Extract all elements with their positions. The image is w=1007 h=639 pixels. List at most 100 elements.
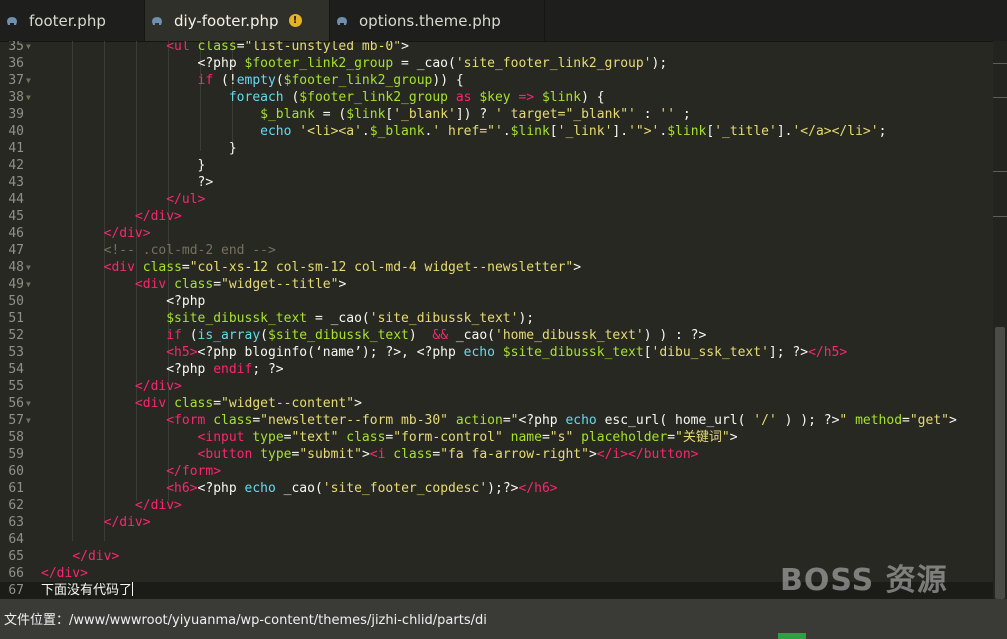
- fold-arrow-icon[interactable]: ▼: [26, 259, 36, 276]
- line-number: 45: [8, 209, 24, 224]
- code-text: foreach ($footer_link2_group as $key => …: [228, 90, 605, 105]
- code-text: <h6><?php echo _cao('site_footer_copdesc…: [166, 481, 558, 496]
- code-text: <div class="widget--title">: [134, 277, 347, 292]
- code-line[interactable]: 45 </div>: [0, 208, 993, 225]
- code-text: </div>: [103, 515, 151, 530]
- fold-arrow-icon[interactable]: ▼: [26, 72, 36, 89]
- code-line[interactable]: 37 ▼ if (!empty($footer_link2_group)) {: [0, 72, 993, 89]
- line-number: 50: [8, 294, 24, 309]
- code-text: </div>: [41, 566, 88, 581]
- line-number: 49: [8, 277, 24, 292]
- code-line[interactable]: 53 <h5><?php bloginfo(‘name’); ?>, <?php…: [0, 344, 993, 361]
- code-text: echo '<li><a'.$_blank.' href="'.$link['_…: [260, 124, 887, 139]
- code-text: if (is_array($site_dibussk_text) && _cao…: [166, 328, 707, 343]
- fold-arrow-icon[interactable]: ▼: [26, 276, 36, 293]
- code-line[interactable]: 46 </div>: [0, 225, 993, 242]
- code-line[interactable]: 47 <!-- .col-md-2 end -->: [0, 242, 993, 259]
- php-file-icon: [7, 16, 17, 25]
- fold-arrow-icon[interactable]: ▼: [26, 412, 36, 429]
- code-line[interactable]: 42 }: [0, 157, 993, 174]
- code-line[interactable]: 48 ▼ <div class="col-xs-12 col-sm-12 col-…: [0, 259, 993, 276]
- line-number: 42: [8, 158, 24, 173]
- code-line[interactable]: 39 $_blank = ($link['_blank']) ? ' targe…: [0, 106, 993, 123]
- code-line[interactable]: 55 </div>: [0, 378, 993, 395]
- code-text: </div>: [72, 549, 120, 564]
- code-text: }: [41, 158, 206, 173]
- code-line[interactable]: 59 <button type="submit"><i class="fa fa…: [0, 446, 993, 463]
- line-number: 54: [8, 362, 24, 377]
- scrollbar-thumb[interactable]: [995, 327, 1005, 599]
- code-text: <div class="widget--content">: [134, 396, 362, 411]
- line-number: 48: [8, 260, 24, 275]
- tab-diy-footer-php[interactable]: diy-footer.php !: [145, 0, 330, 41]
- code-text: </div>: [134, 209, 182, 224]
- code-line[interactable]: 50 <?php: [0, 293, 993, 310]
- code-text: <ul class="list-unstyled mb-0">: [166, 41, 409, 54]
- watermark-logo: BOSS 资源: [780, 563, 948, 598]
- code-line[interactable]: 49 ▼ <div class="widget--title">: [0, 276, 993, 293]
- line-number: 40: [8, 124, 24, 139]
- line-number: 58: [8, 430, 24, 445]
- status-indicator: [778, 633, 806, 639]
- code-line[interactable]: 61 <h6><?php echo _cao('site_footer_copd…: [0, 480, 993, 497]
- line-number: 55: [8, 379, 24, 394]
- line-number: 43: [8, 175, 24, 190]
- code-editor[interactable]: 35 ▼ <ul class="list-unstyled mb-0"> 36 <?…: [0, 41, 993, 599]
- code-line[interactable]: 57 ▼ <form class="newsletter--form mb-30"…: [0, 412, 993, 429]
- line-number: 64: [8, 532, 24, 547]
- php-file-icon: [337, 16, 347, 25]
- line-number: 56: [8, 396, 24, 411]
- code-text: </div>: [134, 379, 182, 394]
- code-line[interactable]: 60 </form>: [0, 463, 993, 480]
- code-text: </ul>: [166, 192, 206, 207]
- tab-options-theme-php[interactable]: options.theme.php: [330, 0, 545, 41]
- code-text: if (!empty($footer_link2_group)) {: [197, 73, 464, 88]
- code-text: <input type="text" class="form-control" …: [197, 430, 738, 445]
- tab-bar: footer.php diy-footer.php ! options.them…: [0, 0, 1007, 42]
- line-number: 52: [8, 328, 24, 343]
- line-number: 46: [8, 226, 24, 241]
- code-text: <div class="col-xs-12 col-sm-12 col-md-4…: [103, 260, 582, 275]
- code-text: <?php endif; ?>: [41, 362, 284, 377]
- code-text: <button type="submit"><i class="fa fa-ar…: [197, 447, 699, 462]
- fold-arrow-icon[interactable]: ▼: [26, 395, 36, 412]
- php-file-icon: [152, 16, 162, 25]
- code-text: <!-- .col-md-2 end -->: [103, 243, 276, 258]
- line-number: 35: [8, 41, 24, 54]
- code-text: }: [41, 141, 237, 156]
- fold-arrow-icon[interactable]: ▼: [26, 89, 36, 106]
- line-number: 41: [8, 141, 24, 156]
- line-number: 60: [8, 464, 24, 479]
- code-line[interactable]: 36 <?php $footer_link2_group = _cao('sit…: [0, 55, 993, 72]
- code-line[interactable]: 52 if (is_array($site_dibussk_text) && _…: [0, 327, 993, 344]
- code-line[interactable]: 35 ▼ <ul class="list-unstyled mb-0">: [0, 41, 993, 55]
- code-line[interactable]: 44 </ul>: [0, 191, 993, 208]
- code-text: <h5><?php bloginfo(‘name’); ?>, <?php ec…: [166, 345, 848, 360]
- line-number: 53: [8, 345, 24, 360]
- code-line[interactable]: 63 </div>: [0, 514, 993, 531]
- code-line[interactable]: 41 }: [0, 140, 993, 157]
- code-text: <form class="newsletter--form mb-30" act…: [166, 413, 957, 428]
- line-number: 51: [8, 311, 24, 326]
- code-line[interactable]: 56 ▼ <div class="widget--content">: [0, 395, 993, 412]
- code-line[interactable]: 64: [0, 531, 993, 548]
- tab-label: options.theme.php: [359, 11, 501, 30]
- code-line[interactable]: 43 ?>: [0, 174, 993, 191]
- tab-footer-php[interactable]: footer.php: [0, 0, 145, 41]
- code-line[interactable]: 40 echo '<li><a'.$_blank.' href="'.$link…: [0, 123, 993, 140]
- code-line[interactable]: 62 </div>: [0, 497, 993, 514]
- fold-arrow-icon[interactable]: ▼: [26, 41, 36, 55]
- code-text: </div>: [134, 498, 182, 513]
- code-text: 下面没有代码了: [41, 582, 134, 598]
- vertical-scrollbar[interactable]: [993, 41, 1007, 599]
- unsaved-warning-icon[interactable]: !: [288, 14, 302, 27]
- code-line[interactable]: 38 ▼ foreach ($footer_link2_group as $key…: [0, 89, 993, 106]
- line-number: 47: [8, 243, 24, 258]
- line-number: 62: [8, 498, 24, 513]
- code-line[interactable]: 54 <?php endif; ?>: [0, 361, 993, 378]
- line-number: 63: [8, 515, 24, 530]
- code-line[interactable]: 51 $site_dibussk_text = _cao('site_dibus…: [0, 310, 993, 327]
- code-text: <?php $footer_link2_group = _cao('site_f…: [41, 56, 668, 71]
- status-bar: 文件位置：/www/wwwroot/yiyuanma/wp-content/th…: [0, 599, 1007, 639]
- code-line[interactable]: 58 <input type="text" class="form-contro…: [0, 429, 993, 446]
